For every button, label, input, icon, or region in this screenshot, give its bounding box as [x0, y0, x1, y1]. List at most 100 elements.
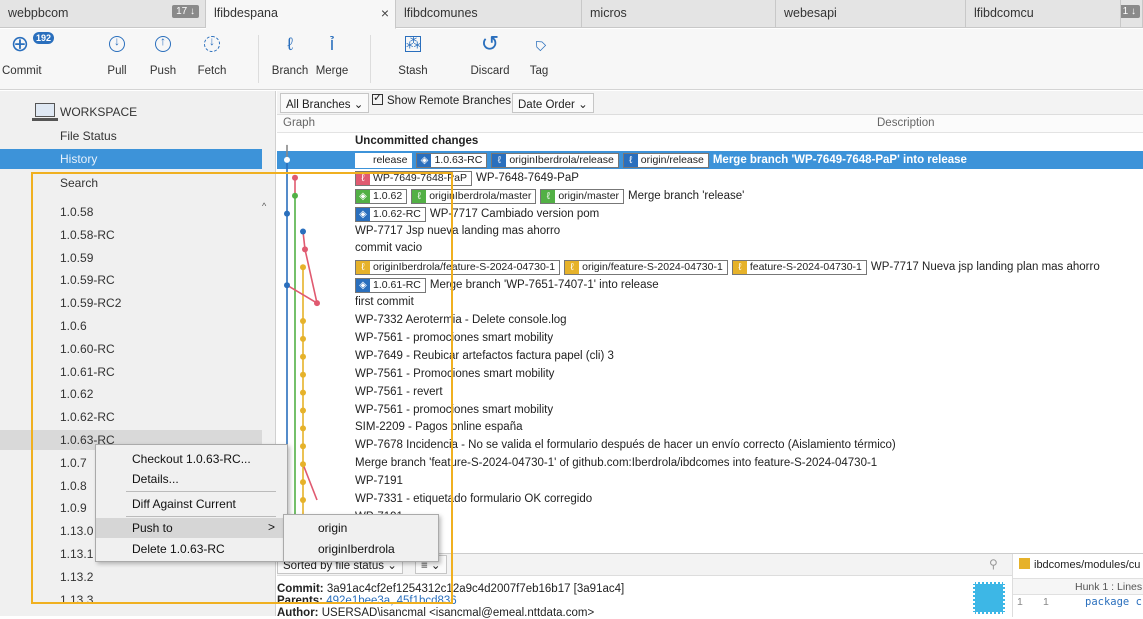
- submenu-item-origin[interactable]: origin: [284, 518, 438, 538]
- file-path[interactable]: ibdcomes/modules/cu: [1019, 558, 1140, 571]
- stash-icon: ⁂: [405, 35, 421, 52]
- tag-item[interactable]: 1.0.6: [0, 316, 262, 336]
- ref-label[interactable]: ℓ WP-7649-7648-PaP: [355, 170, 472, 186]
- menu-item-checkout[interactable]: Checkout 1.0.63-RC...: [96, 449, 287, 469]
- ref-label[interactable]: ℓ origin/master: [540, 188, 625, 204]
- tab-webpbcom[interactable]: webpbcom 17 ↓: [0, 0, 206, 28]
- tab-lfibdcomcu[interactable]: lfibdcomcu: [966, 0, 1121, 28]
- commit-description: first commit: [355, 296, 414, 308]
- tag-item[interactable]: 1.13.3: [0, 590, 262, 610]
- commit-row[interactable]: ℓ WP-7649-7648-PaP WP-7648-7649-PaP: [277, 169, 1143, 187]
- commit-row[interactable]: ○ release ◈ 1.0.63-RC ℓ originIberdrola/relea…: [277, 150, 1143, 169]
- commit-message: SIM-2209 - Pagos online españa: [355, 421, 523, 434]
- tag-item[interactable]: 1.0.59-RC2: [0, 293, 262, 313]
- tag-button[interactable]: ⌂ Tag: [522, 33, 556, 77]
- ref-label[interactable]: ℓ origin/release: [622, 152, 709, 168]
- show-remote-branches-checkbox[interactable]: Show Remote Branches: [372, 91, 511, 107]
- tag-item[interactable]: 1.0.60-RC: [0, 339, 262, 359]
- tab-overflow[interactable]: 1 ↓: [1121, 0, 1143, 28]
- tag-item[interactable]: 1.0.58-RC: [0, 225, 262, 245]
- branches-dropdown[interactable]: All Branches ⌄: [280, 93, 370, 113]
- tab-webesapi[interactable]: webesapi: [776, 0, 966, 28]
- sidebar-item-search[interactable]: Search: [0, 173, 262, 193]
- merge-button[interactable]: ỉ Merge: [312, 33, 352, 77]
- tag-item[interactable]: 1.0.62: [0, 384, 262, 404]
- commit-row[interactable]: WP-7191: [277, 473, 1143, 491]
- ref-label[interactable]: ◈ 1.0.61-RC: [355, 278, 426, 294]
- description-column-header[interactable]: Description: [877, 117, 935, 129]
- tab-lfibdespana[interactable]: lfibdespana ×: [206, 0, 396, 29]
- pull-button[interactable]: ↓ Pull: [100, 33, 134, 77]
- commit-row[interactable]: SIM-2209 - Pagos online españa: [277, 419, 1143, 437]
- tag-item[interactable]: 1.0.59: [0, 248, 262, 268]
- fetch-icon: ↓: [199, 33, 225, 55]
- commit-row[interactable]: Merge branch 'feature-S-2024-04730-1' of…: [277, 455, 1143, 473]
- menu-item-delete[interactable]: Delete 1.0.63-RC: [96, 539, 287, 559]
- tag-item[interactable]: 1.13.2: [0, 567, 262, 587]
- ref-label[interactable]: ◈ 1.0.62-RC: [355, 206, 426, 222]
- commit-row[interactable]: ℓ originIberdrola/feature-S-2024-04730-1 ℓ…: [277, 258, 1143, 276]
- commit-row[interactable]: first commit: [277, 294, 1143, 312]
- commit-row[interactable]: WP-7332 Aerotermia - Delete console.log: [277, 312, 1143, 330]
- ref-label[interactable]: ◈ 1.0.63-RC: [416, 152, 488, 168]
- push-to-submenu: origin originIberdrola: [283, 514, 439, 562]
- commit-row[interactable]: Uncommitted changes: [277, 133, 1143, 151]
- ref-label[interactable]: ○ release: [355, 152, 413, 168]
- commit-description: ◈ 1.0.61-RC Merge branch 'WP-7651-7407-1' …: [355, 278, 659, 294]
- commit-row[interactable]: WP-7561 - promociones smart mobility: [277, 330, 1143, 348]
- parents-label: Parents:: [277, 595, 324, 607]
- commit-row[interactable]: ◈ 1.0.62-RC WP-7717 Cambiado version pom: [277, 205, 1143, 223]
- commit-description: ℓ originIberdrola/feature-S-2024-04730-1 ℓ…: [355, 260, 1100, 276]
- commit-row[interactable]: WP-7717 Jsp nueva landing mas ahorro: [277, 223, 1143, 241]
- commit-row[interactable]: WP-7678 Incidencia - No se valida el for…: [277, 437, 1143, 455]
- ref-label[interactable]: ◈ 1.0.62: [355, 188, 408, 204]
- push-button[interactable]: ↑ Push: [146, 33, 180, 77]
- commit-row[interactable]: WP-7331 - etiquetado formulario OK corre…: [277, 491, 1143, 509]
- commit-row[interactable]: WP-7649 - Reubicar artefactos factura pa…: [277, 348, 1143, 366]
- commit-message: WP-7649 - Reubicar artefactos factura pa…: [355, 349, 614, 362]
- commit-message: WP-7561 - Promociones smart mobility: [355, 367, 555, 380]
- graph-column-header[interactable]: Graph: [283, 117, 315, 129]
- commit-row[interactable]: WP-7561 - Promociones smart mobility: [277, 366, 1143, 384]
- commit-row[interactable]: ◈ 1.0.61-RC Merge branch 'WP-7651-7407-1' …: [277, 276, 1143, 294]
- sidebar-item-file-status[interactable]: File Status: [0, 126, 262, 146]
- commit-message: WP-7561 - promociones smart mobility: [355, 331, 554, 344]
- tag-item[interactable]: 1.0.62-RC: [0, 407, 262, 427]
- search-icon[interactable]: ⚲: [989, 557, 998, 571]
- submenu-item-originiberdrola[interactable]: originIberdrola: [284, 539, 438, 559]
- branch-button[interactable]: ℓ Branch: [270, 33, 310, 77]
- tag-item[interactable]: 1.0.61-RC: [0, 362, 262, 382]
- ref-label[interactable]: ℓ origin/feature-S-2024-04730-1: [564, 260, 728, 276]
- discard-button[interactable]: ↺ Discard: [468, 33, 512, 78]
- tab-micros[interactable]: micros: [582, 0, 776, 28]
- ref-label[interactable]: ℓ originIberdrola/release: [491, 152, 619, 168]
- stash-button[interactable]: ⁂ Stash: [396, 33, 430, 77]
- fetch-button[interactable]: ↓ Fetch: [192, 33, 232, 77]
- close-icon[interactable]: ×: [381, 5, 389, 21]
- line-number: 1: [1017, 596, 1023, 608]
- menu-item-diff-against-current[interactable]: Diff Against Current: [96, 494, 287, 514]
- branch-icon: ℓ: [732, 261, 747, 275]
- ref-label[interactable]: ℓ originIberdrola/master: [411, 188, 537, 204]
- tag-icon: ◈: [356, 279, 370, 293]
- sidebar-item-history[interactable]: History: [0, 149, 262, 169]
- order-dropdown[interactable]: Date Order ⌄: [512, 93, 594, 113]
- commit-row[interactable]: commit vacio: [277, 240, 1143, 258]
- author-line: Author: USERSAD\isancmal <isancmal@emeal…: [277, 607, 594, 619]
- ref-label[interactable]: ℓ feature-S-2024-04730-1: [731, 260, 867, 276]
- workspace-header[interactable]: WORKSPACE: [32, 101, 267, 123]
- commit-row[interactable]: ◈ 1.0.62 ℓ originIberdrola/master ℓ origin/ma…: [277, 187, 1143, 205]
- tag-item[interactable]: 1.0.58: [0, 202, 262, 222]
- commit-row[interactable]: WP-7561 - promociones smart mobility: [277, 402, 1143, 420]
- menu-item-details[interactable]: Details...: [96, 469, 287, 489]
- ref-label-text: 1.0.61-RC: [373, 279, 421, 292]
- parents-link[interactable]: 492e1bee3a, 45f1bcd836: [326, 595, 456, 607]
- author-value: USERSAD\isancmal <isancmal@emeal.nttdata…: [321, 607, 595, 619]
- scroll-up-icon[interactable]: ^: [262, 201, 266, 211]
- ref-label[interactable]: ℓ originIberdrola/feature-S-2024-04730-1: [355, 260, 561, 276]
- tag-item[interactable]: 1.0.59-RC: [0, 270, 262, 290]
- commit-row[interactable]: WP-7561 - revert: [277, 384, 1143, 402]
- commit-message: WP-7561 - promociones smart mobility: [355, 403, 554, 416]
- tab-lfibdcomunes[interactable]: lfibdcomunes: [396, 0, 582, 28]
- menu-item-push-to[interactable]: Push to >: [96, 518, 287, 538]
